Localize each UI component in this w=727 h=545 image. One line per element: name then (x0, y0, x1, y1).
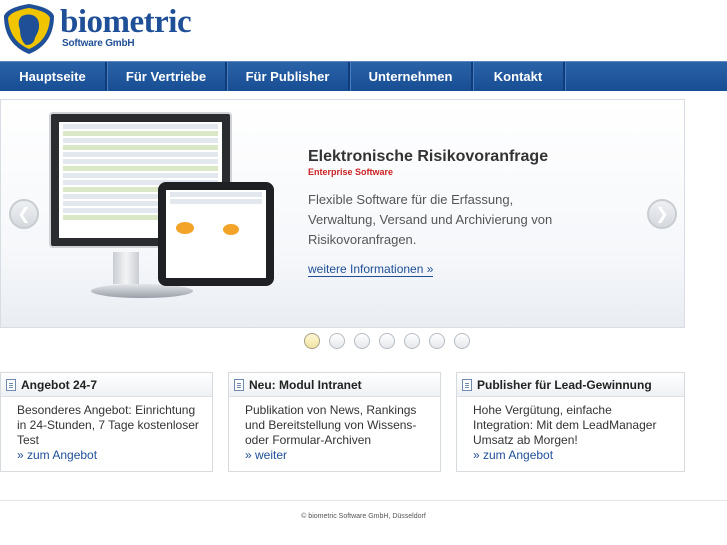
teaser-box-title: Publisher für Lead-Gewinnung (477, 377, 652, 392)
slider-dot-2[interactable] (329, 333, 345, 349)
teaser-box-publisher: Publisher für Lead-Gewinnung Hohe Vergüt… (456, 372, 685, 472)
banner-subtitle: Enterprise Software (308, 167, 394, 177)
monitor-base (91, 284, 193, 298)
slider-banner: Elektronische Risikovoranfrage Enterpris… (0, 99, 685, 328)
tablet-illustration (158, 182, 274, 286)
main-nav: Hauptseite Für Vertriebe Für Publisher U… (0, 61, 727, 91)
slider-dot-6[interactable] (429, 333, 445, 349)
nav-item-fuer-publisher[interactable]: Für Publisher (227, 62, 350, 91)
banner-more-link[interactable]: weitere Informationen » (308, 262, 434, 277)
chevron-right-icon: ❯ (655, 206, 669, 223)
teaser-box-body: Publikation von News, Rankings und Berei… (229, 397, 440, 471)
slider-dot-1[interactable] (304, 333, 320, 349)
pie-chart-icon (176, 222, 194, 234)
header: biometric Software GmbH (0, 0, 727, 62)
nav-item-hauptseite[interactable]: Hauptseite (0, 62, 107, 91)
banner-description: Flexible Software für die Erfassung, Ver… (308, 192, 553, 247)
teaser-box-link[interactable]: » zum Angebot (473, 448, 674, 463)
logo-shield-icon[interactable] (2, 2, 56, 56)
teaser-box-text: Besonderes Angebot: Einrichtung in 24-St… (17, 403, 199, 447)
slider-pagination (304, 333, 470, 349)
chevron-left-icon: ❮ (17, 206, 31, 223)
slider-dot-4[interactable] (379, 333, 395, 349)
teaser-box-text: Hohe Vergütung, einfache Integration: Mi… (473, 403, 657, 447)
footer-copyright: © biometric Software GmbH, Düsseldorf (301, 513, 426, 520)
slider-dot-3[interactable] (354, 333, 370, 349)
slider-next-button[interactable]: ❯ (647, 199, 677, 229)
document-icon (462, 378, 472, 391)
nav-item-kontakt[interactable]: Kontakt (473, 62, 565, 91)
monitor-stand (113, 252, 139, 284)
footer-divider (0, 500, 727, 501)
teaser-box-header: Neu: Modul Intranet (229, 373, 440, 397)
teaser-box-title: Neu: Modul Intranet (249, 377, 362, 392)
teaser-box-link[interactable]: » zum Angebot (17, 448, 202, 463)
teaser-box-text: Publikation von News, Rankings und Berei… (245, 403, 417, 447)
tablet-screen (166, 190, 266, 278)
slider-dot-5[interactable] (404, 333, 420, 349)
nav-item-unternehmen[interactable]: Unternehmen (350, 62, 473, 91)
document-icon (234, 378, 244, 391)
teaser-box-intranet: Neu: Modul Intranet Publikation von News… (228, 372, 441, 472)
page: biometric Software GmbH Hauptseite Für V… (0, 0, 727, 545)
teaser-box-title: Angebot 24-7 (21, 377, 98, 392)
teaser-box-body: Besonderes Angebot: Einrichtung in 24-St… (1, 397, 212, 471)
nav-item-fuer-vertriebe[interactable]: Für Vertriebe (107, 62, 227, 91)
teaser-box-link[interactable]: » weiter (245, 448, 430, 463)
teaser-box-header: Angebot 24-7 (1, 373, 212, 397)
brand-subtitle: Software GmbH (62, 38, 135, 49)
brand-name[interactable]: biometric (60, 4, 192, 40)
pie-chart-icon (223, 224, 239, 235)
teaser-box-header: Publisher für Lead-Gewinnung (457, 373, 684, 397)
teaser-box-body: Hohe Vergütung, einfache Integration: Mi… (457, 397, 684, 471)
banner-title: Elektronische Risikovoranfrage (308, 148, 549, 165)
document-icon (6, 378, 16, 391)
slider-prev-button[interactable]: ❮ (9, 199, 39, 229)
slider-dot-7[interactable] (454, 333, 470, 349)
teaser-box-angebot: Angebot 24-7 Besonderes Angebot: Einrich… (0, 372, 213, 472)
